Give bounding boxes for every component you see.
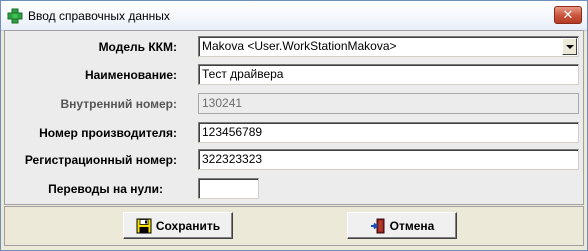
- floppy-disk-icon: [136, 218, 152, 233]
- manufacturer-number-label: Номер производителя:: [39, 126, 177, 140]
- exit-door-icon: [370, 218, 385, 233]
- internal-number-label: Внутренний номер:: [60, 97, 178, 111]
- save-button-label: Сохранить: [155, 218, 221, 233]
- cancel-button-label: Отмена: [389, 218, 435, 233]
- green-plus-icon: [7, 8, 23, 24]
- title-bar[interactable]: Ввод справочных данных ✕: [1, 1, 587, 31]
- registration-number-field[interactable]: 322323323: [198, 149, 579, 170]
- close-icon: ✕: [562, 7, 574, 22]
- zero-transfers-field[interactable]: [198, 178, 259, 199]
- dialog-window: Ввод справочных данных ✕ Модель ККМ: Mak…: [0, 0, 588, 251]
- save-button[interactable]: Сохранить: [123, 212, 233, 239]
- name-label: Наименование:: [84, 68, 177, 82]
- manufacturer-number-field[interactable]: 123456789: [198, 122, 579, 143]
- kkm-model-select[interactable]: Makova <User.WorkStationMakova>: [198, 36, 579, 57]
- registration-number-label: Регистрационный номер:: [24, 153, 177, 167]
- zero-transfers-label: Переводы на нули:: [48, 182, 163, 196]
- close-button[interactable]: ✕: [554, 6, 582, 24]
- internal-number-field: 130241: [198, 93, 579, 114]
- kkm-model-value: Makova <User.WorkStationMakova>: [202, 39, 397, 53]
- window-title: Ввод справочных данных: [28, 9, 170, 23]
- cancel-button[interactable]: Отмена: [347, 212, 457, 239]
- kkm-model-label: Модель ККМ:: [98, 40, 177, 54]
- form-panel: Модель ККМ: Makova <User.WorkStationMako…: [4, 30, 584, 205]
- button-bar: Сохранить Отмена: [4, 206, 584, 246]
- name-field[interactable]: Тест драйвера: [198, 64, 579, 85]
- chevron-down-icon[interactable]: [562, 38, 577, 55]
